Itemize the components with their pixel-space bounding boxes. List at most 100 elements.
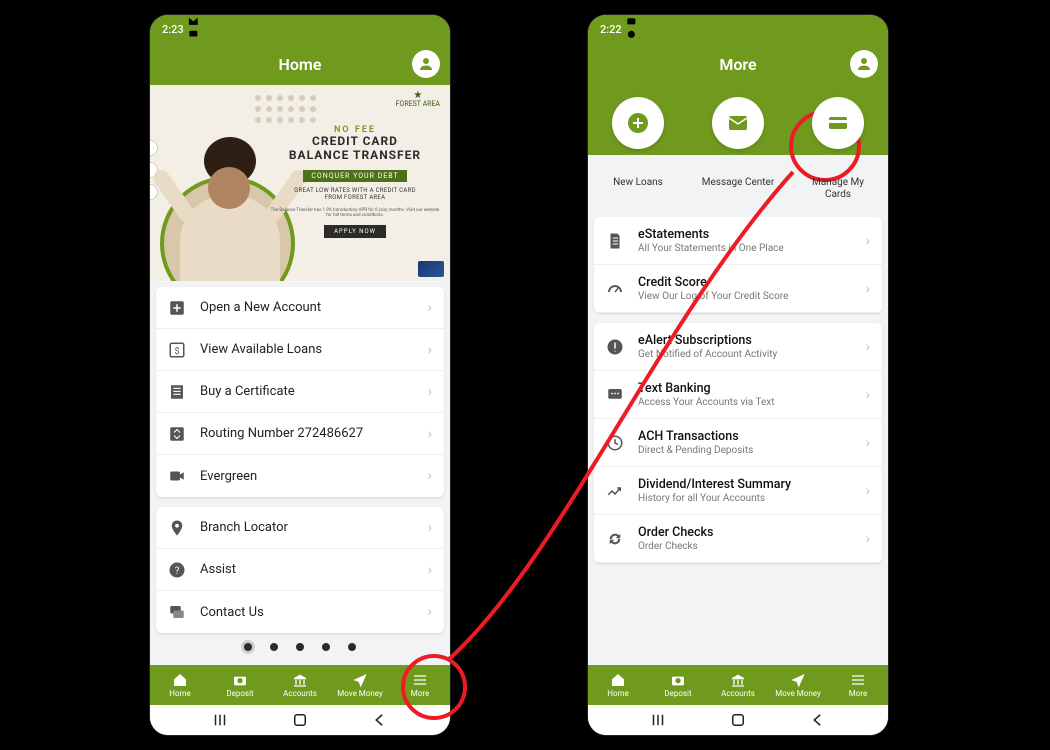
item-dividend-summary[interactable]: Dividend/Interest SummaryHistory for all… [594,467,882,515]
item-label: Open a New Account [200,300,428,315]
alert-icon [606,338,624,356]
menu-icon [850,672,866,688]
profile-button[interactable] [850,50,878,78]
chat-icon [168,603,186,621]
recent-apps-button[interactable] [211,711,229,729]
menu-icon [412,672,428,688]
banner-sub1: GREAT LOW RATES WITH A CREDIT CARD FROM … [270,187,440,203]
item-ealert[interactable]: eAlert SubscriptionsGet Notified of Acco… [594,323,882,371]
tab-home[interactable]: Home [588,665,648,705]
status-time: 2:23 [162,23,184,36]
quick-new-loans[interactable]: New Loans [598,97,678,189]
banner-badge: CONQUER YOUR DEBT [303,170,406,182]
item-routing-number[interactable]: Routing Number 272486627 › [156,413,444,455]
plus-box-icon [168,299,186,317]
item-credit-score[interactable]: Credit ScoreView Our Log of Your Credit … [594,265,882,313]
banner-sub2: The Balance Transfer has 1.9% Introducto… [270,208,440,218]
promo-banner[interactable]: FOREST AREA NO FEE CREDIT CARD BALANCE T… [150,85,450,281]
quick-message-center[interactable]: Message Center [698,97,778,189]
quick-manage-cards[interactable]: Manage My Cards [798,97,878,201]
chevron-right-icon: › [428,468,432,484]
tab-accounts[interactable]: Accounts [708,665,768,705]
tab-more[interactable]: More [390,665,450,705]
camera-icon [670,672,686,688]
item-assist[interactable]: ? Assist › [156,549,444,591]
more-content: eStatementsAll Your Statements in One Pl… [588,213,888,665]
chevron-right-icon: › [866,483,870,499]
plus-icon [626,111,650,135]
home-button[interactable] [291,711,309,729]
back-button[interactable] [809,711,827,729]
status-bar: 2:23 • [150,15,450,43]
chevron-right-icon: › [866,531,870,547]
quick-label: New Loans [613,177,663,189]
item-evergreen[interactable]: Evergreen › [156,455,444,497]
chevron-right-icon: › [866,435,870,451]
item-buy-certificate[interactable]: Buy a Certificate › [156,371,444,413]
tab-home[interactable]: Home [150,665,210,705]
trend-icon [606,482,624,500]
swap-icon [168,425,186,443]
tab-deposit[interactable]: Deposit [648,665,708,705]
item-label: Contact Us [200,605,428,620]
home-button[interactable] [729,711,747,729]
send-icon [352,672,368,688]
item-order-checks[interactable]: Order ChecksOrder Checks › [594,515,882,563]
item-open-account[interactable]: Open a New Account › [156,287,444,329]
chevron-right-icon: › [428,426,432,442]
item-branch-locator[interactable]: Branch Locator › [156,507,444,549]
tab-deposit[interactable]: Deposit [210,665,270,705]
tab-move-money[interactable]: Move Money [330,665,390,705]
pager-dots [156,643,444,651]
bank-icon [292,672,308,688]
person-icon [417,55,435,73]
item-contact-us[interactable]: Contact Us › [156,591,444,633]
gauge-icon [606,280,624,298]
chevron-right-icon: › [428,384,432,400]
receipt-icon [168,383,186,401]
status-time: 2:22 [600,23,622,36]
phone-more: 2:22 • More New Loans Message Cent [588,15,888,735]
tab-move-money[interactable]: Move Money [768,665,828,705]
chevron-right-icon: › [866,339,870,355]
item-label: Evergreen [200,469,428,484]
send-icon [790,672,806,688]
clock-icon [606,434,624,452]
chevron-right-icon: › [866,281,870,297]
item-label: View Available Loans [200,342,428,357]
home-icon [172,672,188,688]
recent-apps-button[interactable] [649,711,667,729]
tab-accounts[interactable]: Accounts [270,665,330,705]
card-icon [826,111,850,135]
chevron-right-icon: › [866,387,870,403]
item-text-banking[interactable]: Text BankingAccess Your Accounts via Tex… [594,371,882,419]
chevron-right-icon: › [866,233,870,249]
item-label: Buy a Certificate [200,384,428,399]
phone-home: 2:23 • Home FOREST AREA [150,15,450,735]
mail-icon [726,111,750,135]
quick-label: Message Center [702,177,775,189]
page-title: More [719,55,756,74]
item-ach[interactable]: ACH TransactionsDirect & Pending Deposit… [594,419,882,467]
bank-icon [730,672,746,688]
help-icon: ? [168,561,186,579]
home-icon [610,672,626,688]
page-title: Home [279,55,322,74]
credit-card-art [418,261,444,277]
more-group-2: eAlert SubscriptionsGet Notified of Acco… [594,323,882,563]
header: Home [150,43,450,85]
item-view-loans[interactable]: $ View Available Loans › [156,329,444,371]
back-button[interactable] [371,711,389,729]
item-label: Assist [200,562,428,577]
tab-more[interactable]: More [828,665,888,705]
chevron-right-icon: › [428,342,432,358]
profile-button[interactable] [412,50,440,78]
chevron-right-icon: › [428,300,432,316]
banner-apply-button[interactable]: APPLY NOW [324,225,386,238]
quick-actions: New Loans Message Center Manage My Cards [588,85,888,215]
chevron-right-icon: › [428,520,432,536]
item-estatements[interactable]: eStatementsAll Your Statements in One Pl… [594,217,882,265]
video-icon [168,467,186,485]
more-group-1: eStatementsAll Your Statements in One Pl… [594,217,882,313]
camera-icon [232,672,248,688]
